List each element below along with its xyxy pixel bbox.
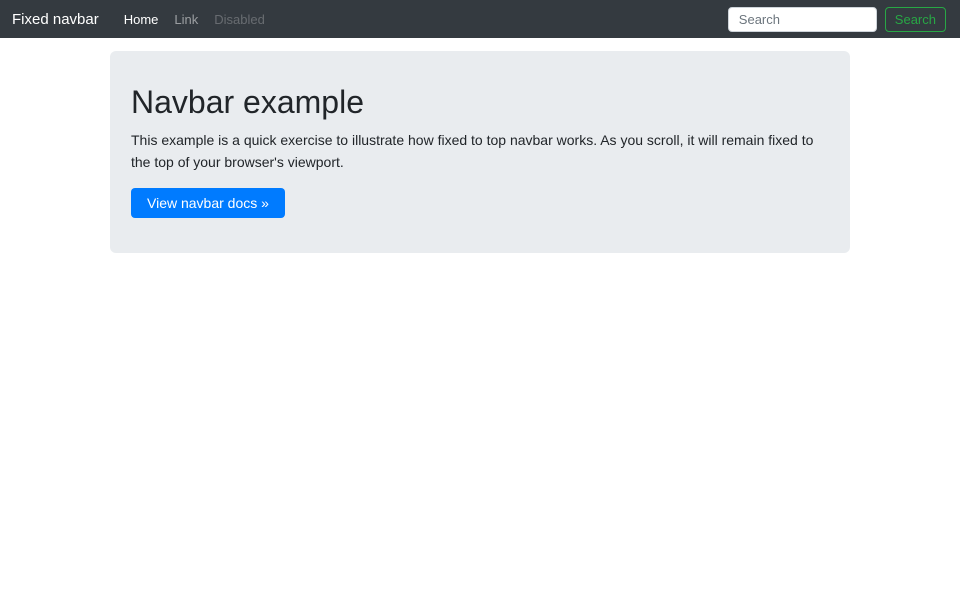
nav-item-link[interactable]: Link	[166, 12, 206, 27]
search-input[interactable]	[728, 7, 877, 32]
jumbotron: Navbar example This example is a quick e…	[110, 51, 850, 253]
navbar: Fixed navbar Home Link Disabled Search	[0, 0, 960, 38]
search-form: Search	[728, 7, 946, 32]
nav-item-home[interactable]: Home	[116, 12, 167, 27]
search-button[interactable]: Search	[885, 7, 946, 32]
view-navbar-docs-button[interactable]: View navbar docs »	[131, 188, 285, 218]
jumbotron-description: This example is a quick exercise to illu…	[131, 129, 829, 173]
main-content: Navbar example This example is a quick e…	[0, 51, 960, 253]
navbar-brand[interactable]: Fixed navbar	[12, 11, 99, 28]
navbar-nav: Home Link Disabled	[116, 12, 273, 27]
page-title: Navbar example	[131, 83, 829, 121]
nav-item-disabled[interactable]: Disabled	[206, 12, 273, 27]
